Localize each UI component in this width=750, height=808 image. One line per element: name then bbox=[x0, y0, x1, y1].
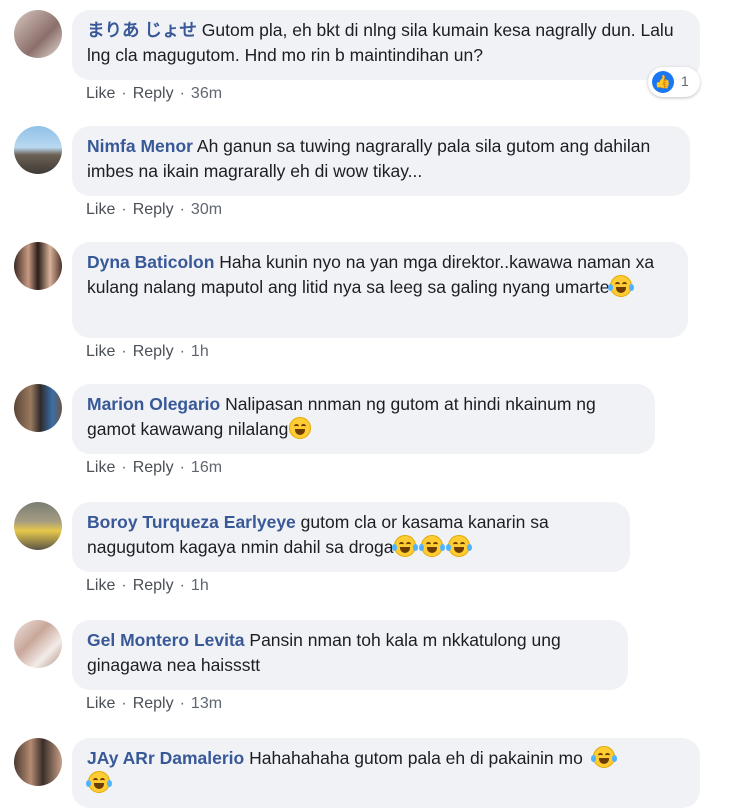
laughing-tears-emoji-icon bbox=[590, 746, 617, 768]
laughing-tears-emoji-icon bbox=[419, 535, 446, 557]
laughing-tears-emoji-icon bbox=[86, 771, 112, 793]
comment-author[interactable]: まりあ じょせ bbox=[87, 20, 197, 40]
comment-author[interactable]: Dyna Baticolon bbox=[87, 252, 214, 272]
comment-bubble: まりあ じょせ Gutom pla, eh bkt di nlng sila k… bbox=[72, 10, 700, 80]
comment-timestamp[interactable]: 13m bbox=[191, 695, 222, 712]
comment-actions: Like · Reply · 30m bbox=[86, 201, 223, 218]
like-link[interactable]: Like bbox=[86, 577, 115, 594]
like-link[interactable]: Like bbox=[86, 695, 115, 712]
like-link[interactable]: Like bbox=[86, 201, 115, 218]
grinning-emoji-icon bbox=[289, 417, 312, 439]
comment-author[interactable]: Boroy Turqueza Earlyeye bbox=[87, 512, 296, 532]
comment-bubble: JAy ARr Damalerio Hahahahaha gutom pala … bbox=[72, 738, 700, 808]
comment-actions: Like · Reply · 1h bbox=[86, 343, 209, 360]
avatar[interactable] bbox=[14, 502, 62, 550]
reply-link[interactable]: Reply bbox=[133, 85, 174, 102]
reply-link[interactable]: Reply bbox=[133, 343, 174, 360]
comment-timestamp[interactable]: 1h bbox=[191, 343, 209, 360]
comment-actions: Like · Reply · 16m bbox=[86, 459, 223, 476]
comment-timestamp[interactable]: 30m bbox=[191, 201, 222, 218]
avatar[interactable] bbox=[14, 242, 62, 290]
comment-timestamp[interactable]: 1h bbox=[191, 577, 209, 594]
comment-bubble: Marion Olegario Nalipasan nnman ng gutom… bbox=[72, 384, 655, 454]
reply-link[interactable]: Reply bbox=[133, 577, 174, 594]
laughing-tears-emoji-icon bbox=[446, 535, 473, 557]
like-icon: 👍 bbox=[652, 71, 674, 93]
comment-actions: Like · Reply · 13m bbox=[86, 695, 223, 712]
comment-actions: Like · Reply · 1h bbox=[86, 577, 209, 594]
comment-author[interactable]: Gel Montero Levita bbox=[87, 630, 245, 650]
reply-link[interactable]: Reply bbox=[133, 201, 174, 218]
avatar[interactable] bbox=[14, 738, 62, 786]
reaction-count: 1 bbox=[681, 73, 689, 89]
comment-bubble: Nimfa Menor Ah ganun sa tuwing nagrarall… bbox=[72, 126, 690, 196]
comment-timestamp[interactable]: 16m bbox=[191, 459, 222, 476]
laughing-tears-emoji-icon bbox=[608, 275, 635, 297]
like-link[interactable]: Like bbox=[86, 459, 115, 476]
avatar[interactable] bbox=[14, 384, 62, 432]
like-link[interactable]: Like bbox=[86, 85, 115, 102]
comment-author[interactable]: Nimfa Menor bbox=[87, 136, 193, 156]
avatar[interactable] bbox=[14, 126, 62, 174]
comment-author[interactable]: Marion Olegario bbox=[87, 394, 220, 414]
comment-author[interactable]: JAy ARr Damalerio bbox=[87, 748, 244, 768]
avatar[interactable] bbox=[14, 620, 62, 668]
comment-actions: Like · Reply · 36m bbox=[86, 85, 223, 102]
comment-timestamp[interactable]: 36m bbox=[191, 85, 222, 102]
reply-link[interactable]: Reply bbox=[133, 695, 174, 712]
laughing-tears-emoji-icon bbox=[392, 535, 419, 557]
comment-bubble: Dyna Baticolon Haha kunin nyo na yan mga… bbox=[72, 242, 688, 338]
comment-bubble: Gel Montero Levita Pansin nman toh kala … bbox=[72, 620, 628, 690]
like-link[interactable]: Like bbox=[86, 343, 115, 360]
reply-link[interactable]: Reply bbox=[133, 459, 174, 476]
reaction-badge[interactable]: 👍 1 bbox=[648, 67, 700, 97]
avatar[interactable] bbox=[14, 10, 62, 58]
comment-bubble: Boroy Turqueza Earlyeye gutom cla or kas… bbox=[72, 502, 630, 572]
comment-text: Hahahahaha gutom pala eh di pakainin mo bbox=[249, 748, 583, 768]
